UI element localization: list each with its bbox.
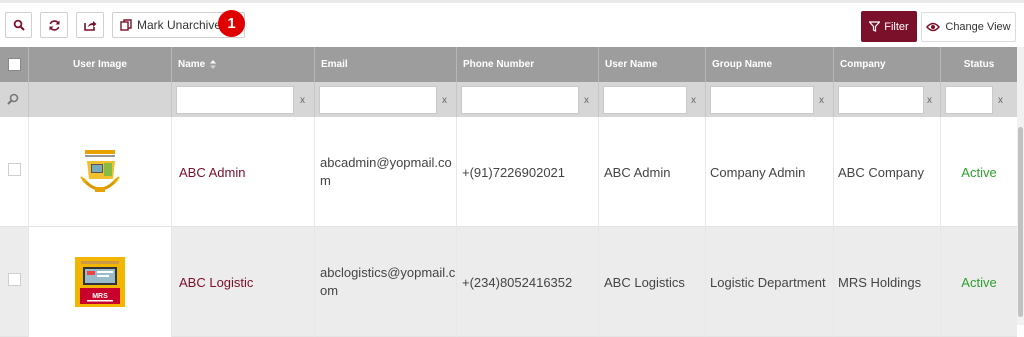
filter-user-image-cell bbox=[29, 82, 172, 117]
toolbar: Mark Unarchive 1 Filter Change View bbox=[0, 3, 1024, 45]
filter-company-clear[interactable]: x bbox=[927, 95, 932, 106]
header-phone[interactable]: Phone Number bbox=[457, 47, 599, 82]
filter-group-clear[interactable]: x bbox=[819, 95, 824, 106]
header-username[interactable]: User Name bbox=[599, 47, 706, 82]
filter-name-clear[interactable]: x bbox=[300, 95, 305, 106]
filter-icon bbox=[869, 21, 881, 32]
row-select-cell bbox=[0, 117, 29, 227]
filter-row: x x x x x x x bbox=[0, 82, 1017, 117]
user-name-link[interactable]: ABC Admin bbox=[179, 165, 245, 180]
email-cell: abcadmin@yopmail.co m bbox=[315, 117, 457, 227]
filter-button[interactable]: Filter bbox=[861, 11, 917, 42]
header-email[interactable]: Email bbox=[315, 47, 457, 82]
filter-status-clear[interactable]: x bbox=[998, 95, 1003, 106]
svg-text:MRS: MRS bbox=[92, 293, 108, 300]
header-name-label: Name bbox=[178, 59, 206, 70]
filter-username-clear[interactable]: x bbox=[691, 95, 696, 106]
username-cell: ABC Admin bbox=[599, 117, 706, 227]
phone-cell: +(91)7226902021 bbox=[457, 117, 599, 227]
copy-icon bbox=[120, 19, 132, 31]
grid-header: User Image Name Email Phone Number User … bbox=[0, 47, 1017, 82]
table-row[interactable]: MRS ABC Logistic abclogistics@yopmail.c … bbox=[0, 227, 1017, 337]
sort-icon[interactable] bbox=[210, 60, 217, 69]
mark-unarchive-label: Mark Unarchive bbox=[137, 18, 222, 32]
name-cell: ABC Admin bbox=[172, 117, 315, 227]
filter-email-clear[interactable]: x bbox=[442, 95, 447, 106]
user-image-cell: MRS bbox=[29, 227, 172, 337]
filter-phone-input[interactable] bbox=[461, 86, 579, 114]
search-icon bbox=[7, 93, 19, 105]
filter-email-input[interactable] bbox=[319, 86, 437, 114]
phone-cell: +(234)8052416352 bbox=[457, 227, 599, 337]
filter-search-cell bbox=[0, 82, 29, 117]
name-cell: ABC Logistic bbox=[172, 227, 315, 337]
filter-name-cell: x bbox=[172, 82, 315, 117]
group-cell: Company Admin bbox=[706, 117, 834, 227]
export-button[interactable] bbox=[76, 12, 104, 38]
company-cell: ABC Company bbox=[834, 117, 941, 227]
status-badge: Active bbox=[961, 164, 997, 180]
header-group[interactable]: Group Name bbox=[706, 47, 834, 82]
email-text: abcadmin@yopmail.co m bbox=[320, 155, 452, 188]
company-cell: MRS Holdings bbox=[834, 227, 941, 337]
refresh-button[interactable] bbox=[40, 12, 68, 38]
filter-group-input[interactable] bbox=[710, 86, 814, 114]
search-button[interactable] bbox=[5, 12, 32, 38]
filter-phone-clear[interactable]: x bbox=[584, 95, 589, 106]
mrs-logo-icon: MRS bbox=[75, 257, 125, 307]
email-cell: abclogistics@yopmail.c om bbox=[315, 227, 457, 337]
search-icon bbox=[13, 19, 25, 31]
portal-logo-icon bbox=[80, 150, 120, 192]
filter-email-cell: x bbox=[315, 82, 457, 117]
vertical-scrollbar[interactable] bbox=[1017, 47, 1024, 325]
header-user-image[interactable]: User Image bbox=[29, 47, 172, 82]
filter-company-cell: x bbox=[834, 82, 941, 117]
selected-count-badge: 1 bbox=[218, 10, 245, 37]
status-cell: Active bbox=[941, 227, 1017, 337]
group-cell: Logistic Department bbox=[706, 227, 834, 337]
row-checkbox[interactable] bbox=[7, 163, 21, 176]
header-company[interactable]: Company bbox=[834, 47, 941, 82]
select-all-checkbox[interactable] bbox=[7, 58, 21, 71]
user-image-cell bbox=[29, 117, 172, 227]
header-name[interactable]: Name bbox=[172, 47, 315, 82]
filter-phone-cell: x bbox=[457, 82, 599, 117]
email-text: abclogistics@yopmail.c om bbox=[320, 265, 456, 298]
row-checkbox[interactable] bbox=[7, 273, 21, 286]
filter-status-input[interactable] bbox=[945, 86, 993, 114]
filter-company-input[interactable] bbox=[838, 86, 924, 114]
change-view-button[interactable]: Change View bbox=[921, 12, 1016, 42]
refresh-icon bbox=[49, 19, 59, 31]
filter-group-cell: x bbox=[706, 82, 834, 117]
select-all-cell bbox=[0, 47, 29, 82]
filter-status-cell: x bbox=[941, 82, 1017, 117]
filter-label: Filter bbox=[884, 20, 909, 33]
change-view-label: Change View bbox=[945, 21, 1011, 33]
eye-icon bbox=[926, 22, 941, 32]
header-status[interactable]: Status bbox=[941, 47, 1017, 82]
row-select-cell bbox=[0, 227, 29, 337]
status-badge: Active bbox=[961, 274, 997, 290]
filter-username-cell: x bbox=[599, 82, 706, 117]
scrollbar-thumb[interactable] bbox=[1018, 127, 1023, 317]
table-row[interactable]: ABC Admin abcadmin@yopmail.co m +(91)722… bbox=[0, 117, 1017, 227]
user-name-link[interactable]: ABC Logistic bbox=[179, 275, 253, 290]
username-cell: ABC Logistics bbox=[599, 227, 706, 337]
export-icon bbox=[83, 21, 96, 31]
status-cell: Active bbox=[941, 117, 1017, 227]
filter-name-input[interactable] bbox=[176, 86, 294, 114]
filter-username-input[interactable] bbox=[603, 86, 687, 114]
